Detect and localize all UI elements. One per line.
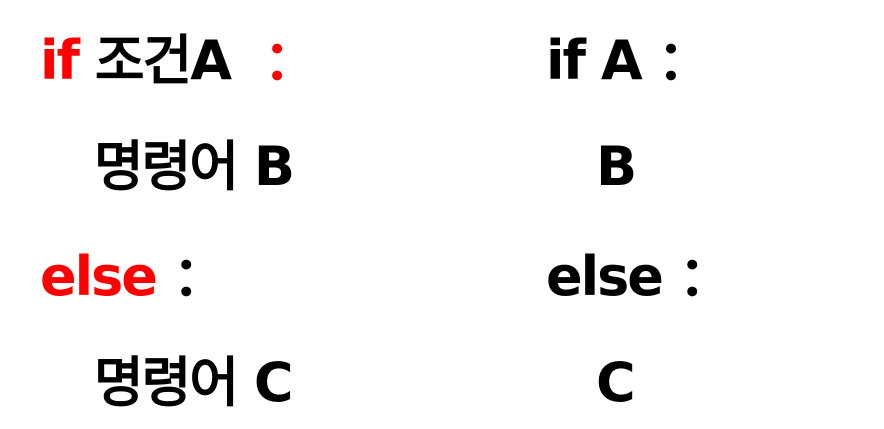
right-if-line: if A ： — [546, 34, 711, 88]
left-else-keyword: else — [40, 245, 158, 308]
right-command-b-line: B — [596, 140, 637, 194]
left-if-line: if 조건A ： — [40, 34, 318, 88]
right-if-colon: ： — [657, 29, 711, 92]
left-command-c: 명령어 C — [94, 351, 293, 414]
left-command-b-line: 명령어 B — [94, 140, 295, 194]
right-condition: A — [600, 29, 643, 92]
left-condition: 조건A — [94, 29, 232, 92]
left-if-keyword: if — [40, 29, 80, 92]
right-else-line: else ： — [546, 250, 733, 304]
left-else-line: else ： — [40, 250, 227, 304]
right-else-keyword: else — [546, 245, 664, 308]
left-if-colon: ： — [263, 29, 318, 92]
right-else-colon: ： — [678, 245, 733, 308]
left-command-b: 명령어 B — [94, 135, 295, 198]
right-command-c-line: C — [596, 356, 636, 410]
left-else-colon: ： — [172, 245, 227, 308]
left-command-c-line: 명령어 C — [94, 356, 293, 410]
right-command-c: C — [596, 351, 636, 414]
right-command-b: B — [596, 135, 637, 198]
right-if-keyword: if — [546, 29, 586, 92]
